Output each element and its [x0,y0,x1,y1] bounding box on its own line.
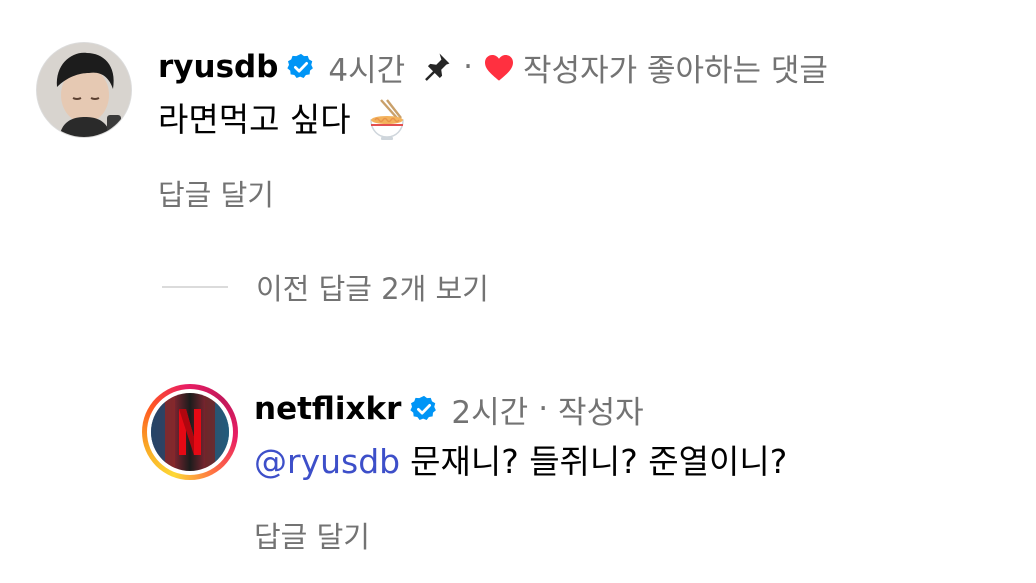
separator-dot: · [463,49,474,85]
comment-text-row: 라면먹고 싶다 [158,96,828,144]
reply-header: netflixkr 2시간 · 작성자 [254,384,787,434]
mention-link[interactable]: @ryusdb [254,438,400,486]
ramen-bowl-icon [365,98,409,142]
comment-time: 4시간 [328,52,406,89]
avatar[interactable] [36,42,132,138]
reply-button[interactable]: 답글 달기 [254,514,787,556]
reply-button[interactable]: 답글 달기 [158,172,828,214]
comment-header: ryusdb 4시간 · 작성자가 좋아하는 댓글 [158,42,828,92]
view-replies-label: 이전 답글 2개 보기 [256,272,489,306]
divider-line [162,286,228,288]
liked-by-author-label: 작성자가 좋아하는 댓글 [523,52,828,89]
verified-badge-icon [409,394,439,424]
comment-text: 라면먹고 싶다 [158,100,351,139]
view-previous-replies-button[interactable]: 이전 답글 2개 보기 [162,266,489,308]
reply-time: 2시간 [451,394,529,431]
avatar[interactable] [142,384,238,480]
reply-text-row: @ryusdb 문재니? 들쥐니? 준열이니? [254,438,787,486]
heart-icon [483,52,515,82]
verified-badge-icon [286,52,316,82]
username[interactable]: netflixkr [254,391,401,427]
comment-item: ryusdb 4시간 · 작성자가 좋아하는 댓글 라면먹고 싶다 답글 달기 [36,42,828,214]
pin-icon [419,50,453,84]
user-avatar-photo [37,43,131,137]
separator-dot: · [538,391,549,427]
username[interactable]: ryusdb [158,49,278,85]
avatar-ring-gap [147,389,233,475]
reply-text: 문재니? 들쥐니? 준열이니? [410,442,788,481]
reply-item: netflixkr 2시간 · 작성자 @ryusdb 문재니? 들쥐니? 준열… [142,384,787,556]
author-badge: 작성자 [558,394,644,431]
netflix-logo-icon [151,393,229,471]
